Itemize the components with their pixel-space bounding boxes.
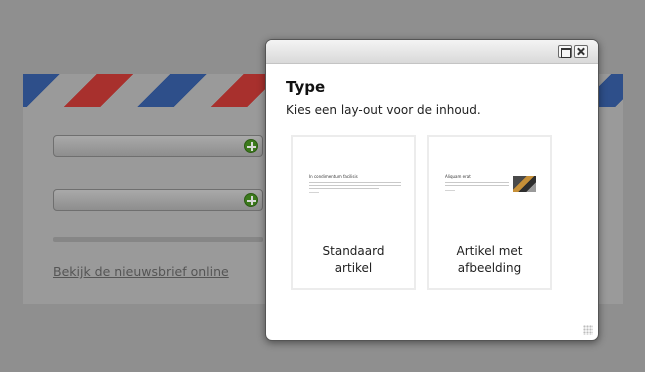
dialog-titlebar[interactable] bbox=[266, 40, 598, 64]
resize-grip-icon[interactable] bbox=[583, 325, 593, 335]
thumbnail-heading: In condimentum facilisis bbox=[309, 174, 358, 179]
content-block-bar[interactable] bbox=[53, 189, 263, 211]
thumbnail-text-line bbox=[309, 182, 401, 183]
layout-option-label: Standaard artikel bbox=[322, 244, 385, 275]
thumbnail-text-line bbox=[445, 185, 509, 186]
thumbnail-heading: Aliquam erat bbox=[445, 174, 471, 179]
close-icon[interactable] bbox=[574, 45, 588, 58]
view-online-link[interactable]: Bekijk de nieuwsbrief online bbox=[53, 264, 229, 279]
layout-option-label: Artikel met afbeelding bbox=[456, 244, 523, 275]
thumbnail-text-line bbox=[445, 190, 455, 191]
thumbnail-text-line bbox=[309, 185, 401, 186]
thumbnail-image bbox=[513, 176, 536, 192]
add-icon[interactable] bbox=[244, 139, 258, 153]
layout-option-article-with-image[interactable]: Aliquam erat Artikel met afbeelding bbox=[427, 135, 552, 290]
add-icon[interactable] bbox=[244, 193, 258, 207]
divider-bar bbox=[53, 237, 263, 242]
thumbnail-text-line bbox=[309, 188, 379, 189]
content-block-bar[interactable] bbox=[53, 135, 263, 157]
maximize-icon[interactable] bbox=[558, 45, 572, 58]
layout-type-dialog: Type Kies een lay-out voor de inhoud. In… bbox=[265, 39, 599, 341]
dialog-title: Type bbox=[286, 78, 326, 96]
thumbnail-text-line bbox=[445, 182, 509, 183]
layout-option-standard-article[interactable]: In condimentum facilisis Standaard artik… bbox=[291, 135, 416, 290]
thumbnail-text-line bbox=[309, 192, 319, 193]
dialog-subtitle: Kies een lay-out voor de inhoud. bbox=[286, 103, 481, 117]
